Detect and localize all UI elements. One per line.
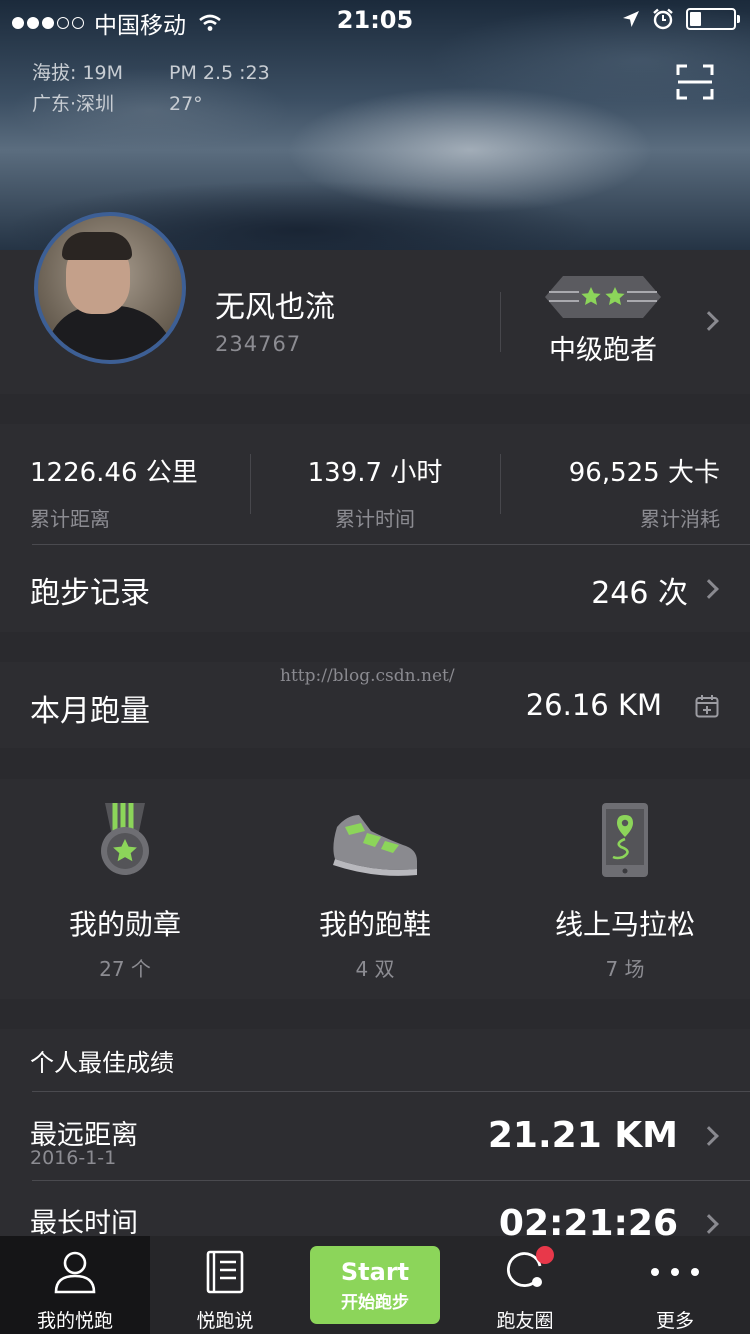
run-record-chevron-icon xyxy=(699,579,719,599)
user-icon xyxy=(54,1251,96,1294)
start-button-sublabel: 开始跑步 xyxy=(341,1293,409,1313)
bottom-tab-bar: 我的悦跑 悦跑说 Start 开始跑步 跑友圈 更多 xyxy=(0,1236,750,1334)
profile-card[interactable]: 无风也流 234767 中级跑者 xyxy=(0,212,750,394)
tab-yuepao-say[interactable]: 悦跑说 xyxy=(150,1236,300,1334)
tab-label: 跑友圈 xyxy=(496,1310,554,1332)
altitude-text: 海拔: 19M xyxy=(32,62,124,84)
more-dots-icon xyxy=(651,1268,699,1276)
run-record-count[interactable]: 246 次 xyxy=(591,568,688,612)
profile-divider xyxy=(500,292,501,352)
stat-distance-value: 1226.46 公里 xyxy=(30,458,198,488)
stat-divider xyxy=(500,454,501,514)
best-row-chevron-icon xyxy=(699,1214,719,1234)
stat-duration: 139.7 小时 累计时间 xyxy=(250,452,500,532)
stat-calories: 96,525 大卡 累计消耗 xyxy=(569,452,720,532)
rank-badge-icon xyxy=(545,276,661,318)
stat-distance-label: 累计距离 xyxy=(30,507,110,531)
pm25-text: PM 2.5 :23 xyxy=(169,62,270,84)
alarm-icon xyxy=(653,8,673,30)
feature-online-marathon-label: 线上马拉松 xyxy=(554,908,695,941)
feature-medals-count: 27 个 xyxy=(99,957,151,981)
watermark-text: http://blog.csdn.net/ xyxy=(280,666,455,686)
stats-separator xyxy=(32,544,750,545)
best-row-label: 最长时间 xyxy=(30,1208,138,1239)
tab-label: 更多 xyxy=(655,1310,694,1332)
weather-info: 海拔: 19M PM 2.5 :23 广东·深圳 27° xyxy=(32,58,270,120)
monthly-distance-value: 26.16 KM xyxy=(525,688,662,722)
monthly-title: 本月跑量 xyxy=(30,694,150,729)
stat-calories-label: 累计消耗 xyxy=(640,507,720,531)
best-row-date: 2016-1-1 xyxy=(30,1147,117,1169)
tab-label: 我的悦跑 xyxy=(36,1310,113,1332)
battery-icon xyxy=(686,8,740,30)
feature-shoes-count: 4 双 xyxy=(355,957,395,981)
feature-medals-label: 我的勋章 xyxy=(68,908,181,941)
tab-run-friends[interactable]: 跑友圈 xyxy=(450,1236,600,1334)
rank-label: 中级跑者 xyxy=(549,335,657,366)
temperature-text: 27° xyxy=(169,93,203,115)
personal-best-card: 个人最佳成绩 最远距离 2016-1-1 21.21 KM 最长时间 02:21… xyxy=(0,1029,750,1249)
tab-more[interactable]: 更多 xyxy=(600,1236,750,1334)
tab-my-yuepao[interactable]: 我的悦跑 xyxy=(0,1236,150,1334)
stat-duration-label: 累计时间 xyxy=(335,507,415,531)
location-text: 广东·深圳 xyxy=(32,93,115,115)
stat-distance: 1226.46 公里 累计距离 xyxy=(30,452,198,532)
best-separator xyxy=(32,1091,750,1092)
stat-calories-value: 96,525 大卡 xyxy=(568,458,720,488)
status-right-icons xyxy=(622,8,740,30)
best-row-chevron-icon xyxy=(699,1126,719,1146)
personal-best-header: 个人最佳成绩 xyxy=(30,1049,174,1077)
features-grid: 我的勋章 27 个 我的跑鞋 4 双 线上马拉松 7 场 xyxy=(0,779,750,999)
feature-shoes-label: 我的跑鞋 xyxy=(318,908,431,941)
location-arrow-icon xyxy=(623,11,639,27)
feature-online-marathon[interactable]: 线上马拉松 7 场 xyxy=(500,779,750,999)
notebook-icon xyxy=(206,1250,244,1294)
feature-online-marathon-count: 7 场 xyxy=(605,957,645,981)
tab-label: 悦跑说 xyxy=(196,1310,254,1332)
scan-icon[interactable] xyxy=(676,64,714,100)
best-row-longest-distance[interactable]: 最远距离 2016-1-1 21.21 KM xyxy=(0,1093,750,1181)
stats-card: 1226.46 公里 累计距离 139.7 小时 累计时间 96,525 大卡 … xyxy=(0,424,750,632)
stat-duration-value: 139.7 小时 xyxy=(307,458,443,488)
profile-nickname: 无风也流 xyxy=(215,290,335,325)
avatar[interactable] xyxy=(34,212,186,364)
best-row-value: 21.21 KM xyxy=(487,1115,678,1156)
start-button-label: Start xyxy=(340,1258,410,1286)
shoe-icon xyxy=(333,815,417,876)
feature-medals[interactable]: 我的勋章 27 个 xyxy=(0,779,250,999)
notification-badge xyxy=(536,1246,554,1264)
calendar-add-icon[interactable] xyxy=(695,694,719,718)
feature-shoes[interactable]: 我的跑鞋 4 双 xyxy=(250,779,500,999)
start-run-button[interactable]: Start 开始跑步 xyxy=(310,1246,440,1324)
status-bar: 中国移动 21:05 xyxy=(0,0,750,40)
run-record-label[interactable]: 跑步记录 xyxy=(30,568,150,612)
profile-user-id: 234767 xyxy=(215,332,302,356)
phone-map-icon xyxy=(602,803,648,877)
medal-icon xyxy=(101,803,149,875)
